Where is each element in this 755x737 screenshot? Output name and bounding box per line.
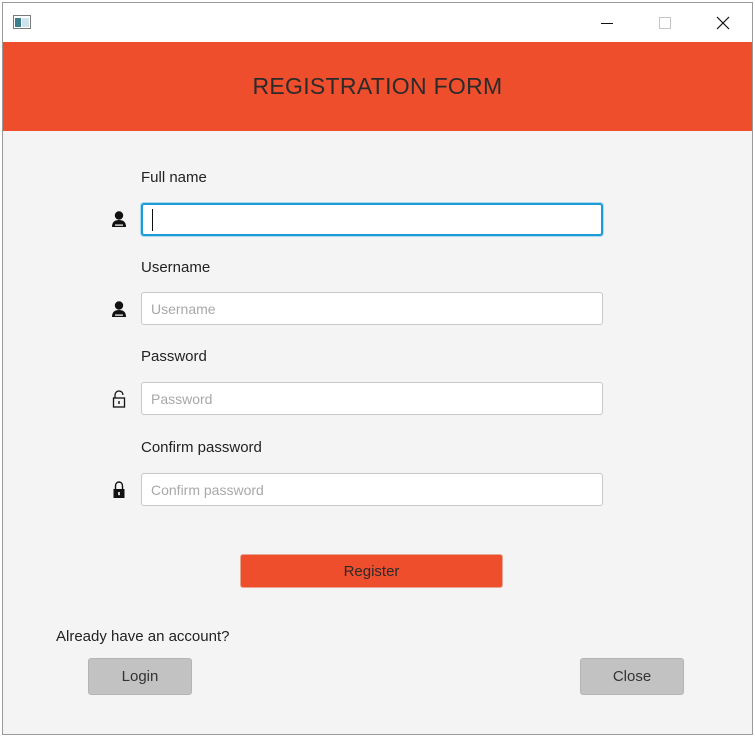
login-button[interactable]: Login — [88, 658, 192, 695]
username-label: Username — [141, 259, 211, 276]
full-name-label: Full name — [141, 169, 207, 186]
register-button[interactable]: Register — [240, 554, 503, 588]
text-caret — [152, 209, 153, 231]
full-name-input[interactable] — [141, 203, 603, 236]
minimize-icon — [601, 22, 613, 24]
app-window-icon — [13, 15, 31, 29]
minimize-button[interactable] — [578, 3, 636, 42]
lock-icon — [111, 481, 127, 499]
close-icon — [716, 16, 730, 29]
confirm-password-input[interactable] — [141, 473, 603, 506]
username-input[interactable] — [141, 292, 603, 325]
account-prompt-text: Already have an account? — [56, 628, 230, 645]
form-title: REGISTRATION FORM — [252, 73, 503, 99]
user-icon — [111, 300, 127, 318]
confirm-password-label: Confirm password — [141, 439, 262, 456]
maximize-button[interactable] — [636, 3, 694, 42]
maximize-icon — [659, 16, 671, 29]
window-close-button[interactable] — [694, 3, 752, 42]
form-header: REGISTRATION FORM — [3, 42, 752, 131]
app-window: REGISTRATION FORM Full name Username Pas… — [2, 2, 753, 735]
title-bar — [3, 3, 752, 42]
password-input[interactable] — [141, 382, 603, 415]
password-label: Password — [141, 348, 207, 365]
user-icon — [111, 210, 127, 228]
unlock-icon — [111, 390, 127, 408]
close-button[interactable]: Close — [580, 658, 684, 695]
